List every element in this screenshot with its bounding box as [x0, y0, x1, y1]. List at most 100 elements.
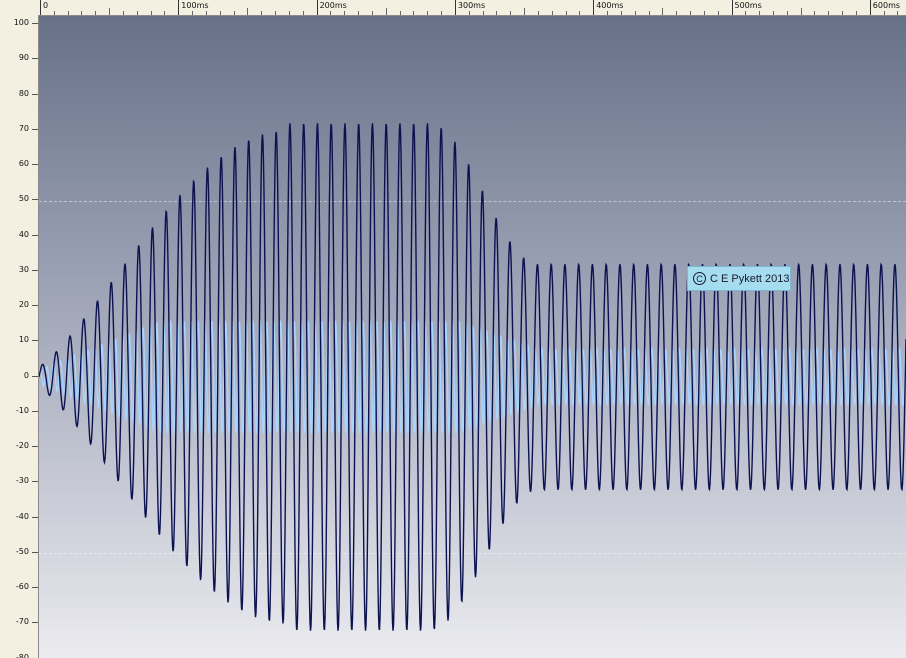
time-tick-minor — [371, 11, 373, 15]
time-ruler[interactable]: 0 100ms 200ms 300ms 400ms 500ms 600ms — [38, 0, 906, 16]
amplitude-tick — [32, 93, 38, 95]
time-tick-minor — [772, 11, 774, 15]
time-tick-minor — [690, 11, 691, 15]
ruler-corner — [0, 0, 39, 16]
time-tick-minor — [565, 11, 567, 15]
time-tick-minor — [551, 11, 553, 15]
time-tick-minor — [496, 11, 498, 15]
amplitude-tick-label: -40 — [15, 511, 29, 521]
amplitude-tick-label: 60 — [18, 159, 29, 168]
time-tick-minor — [122, 11, 124, 15]
time-tick-minor — [717, 11, 719, 15]
time-tick-minor — [247, 8, 249, 15]
time-tick-minor — [759, 11, 761, 15]
amplitude-tick-label: -50 — [15, 546, 29, 556]
amplitude-tick — [32, 410, 38, 412]
waveform-plot[interactable]: C C E Pykett 2013 — [39, 16, 906, 658]
time-tick-minor — [676, 11, 678, 15]
copyright-icon: C — [693, 272, 706, 285]
time-tick-minor — [302, 11, 304, 15]
copyright-label: C C E Pykett 2013 — [687, 266, 791, 291]
time-tick-minor — [413, 11, 415, 15]
amplitude-tick-label: 50 — [18, 194, 29, 204]
time-tick-minor — [136, 11, 138, 15]
time-tick-label: 200ms — [319, 1, 347, 10]
time-tick-minor — [537, 11, 539, 15]
copyright-text: C E Pykett 2013 — [710, 272, 790, 285]
time-tick-label: 0 — [43, 1, 49, 10]
time-tick-minor — [703, 11, 705, 15]
time-tick-minor — [330, 11, 332, 15]
amplitude-tick — [32, 234, 38, 236]
waveform-fundamental — [39, 123, 906, 631]
amplitude-tick-label: 30 — [18, 264, 29, 274]
time-tick-minor — [275, 11, 277, 15]
amplitude-tick-label: 90 — [18, 53, 29, 63]
time-tick-label: 300ms — [457, 1, 486, 10]
time-tick-minor — [579, 11, 581, 15]
time-tick-label: 400ms — [596, 1, 624, 10]
amplitude-tick-label: 70 — [18, 123, 29, 133]
time-tick-minor — [855, 11, 857, 15]
amplitude-tick — [32, 340, 38, 342]
time-tick-minor — [510, 11, 512, 15]
time-tick-minor — [358, 11, 360, 15]
amplitude-tick — [32, 58, 38, 60]
time-tick-minor — [607, 11, 609, 15]
amplitude-tick — [32, 23, 38, 24]
time-tick-minor — [441, 11, 443, 15]
amplitude-tick-label: 80 — [18, 88, 29, 98]
amplitude-tick-label: -70 — [15, 617, 29, 627]
time-tick-minor — [53, 11, 55, 15]
amplitude-tick — [32, 587, 38, 588]
time-tick-minor — [745, 11, 747, 15]
time-tick-minor — [427, 11, 429, 15]
amplitude-tick-label: 0 — [23, 370, 29, 380]
amplitude-tick — [32, 551, 38, 553]
time-tick-label: 100ms — [181, 1, 209, 10]
time-tick-minor — [261, 11, 263, 15]
time-tick-minor — [468, 11, 470, 15]
time-tick-minor — [634, 11, 636, 15]
amplitude-tick — [32, 622, 38, 624]
time-tick-minor — [150, 11, 152, 15]
time-tick-minor — [883, 11, 885, 15]
time-tick-minor — [828, 11, 830, 15]
time-tick-minor — [192, 11, 194, 15]
time-tick-major — [178, 0, 180, 15]
time-tick-major — [593, 0, 595, 15]
amplitude-tick-label: 10 — [18, 335, 29, 345]
time-tick-major — [869, 0, 871, 15]
time-tick-minor — [620, 11, 622, 15]
amplitude-tick — [32, 305, 38, 306]
time-tick-major — [454, 0, 456, 15]
time-tick-minor — [385, 8, 387, 15]
time-tick-major — [316, 0, 318, 15]
time-tick-minor — [482, 11, 484, 15]
amplitude-tick-label: -80 — [15, 652, 29, 658]
amplitude-tick-label: 40 — [18, 229, 29, 239]
time-tick-minor — [205, 11, 207, 15]
amplitude-tick — [32, 128, 38, 130]
time-tick-label: 500ms — [734, 1, 762, 10]
time-tick-minor — [842, 11, 844, 15]
time-tick-minor — [814, 11, 816, 15]
amplitude-tick-label: -20 — [15, 441, 29, 450]
amplitude-tick-label: 20 — [18, 300, 29, 309]
time-tick-minor — [399, 11, 401, 15]
time-tick-major — [731, 0, 733, 15]
amplitude-tick — [32, 446, 38, 447]
amplitude-tick-label: -60 — [15, 582, 29, 591]
time-tick-minor — [95, 11, 97, 15]
amplitude-tick — [32, 164, 38, 165]
time-tick-label: 600ms — [872, 1, 901, 10]
time-tick-minor — [786, 11, 788, 15]
time-tick-minor — [800, 8, 802, 15]
time-tick-minor — [648, 11, 650, 15]
amplitude-tick — [32, 375, 38, 377]
time-tick-major — [40, 0, 41, 15]
amplitude-ruler[interactable]: 100 90 80 70 60 50 40 30 20 10 0 -10 -20 -30 -40 -50 -60… — [0, 15, 39, 658]
amplitude-tick — [32, 516, 38, 518]
time-tick-minor — [662, 8, 664, 15]
waveform — [39, 123, 906, 631]
